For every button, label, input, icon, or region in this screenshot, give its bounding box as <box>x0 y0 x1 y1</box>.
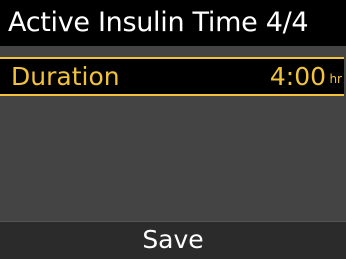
duration-value: 4:00 <box>269 62 326 91</box>
settings-panel: Duration 4:00 hr <box>0 46 346 221</box>
save-softkey-button[interactable]: Save <box>0 221 346 259</box>
save-softkey-label: Save <box>142 225 204 254</box>
device-screen: Active Insulin Time 4/4 Duration 4:00 hr… <box>0 0 346 259</box>
title-bar: Active Insulin Time 4/4 <box>0 0 346 46</box>
screen-title: Active Insulin Time 4/4 <box>8 7 309 38</box>
duration-label: Duration <box>11 62 120 91</box>
duration-unit: hr <box>329 72 342 86</box>
duration-setting-row[interactable]: Duration 4:00 hr <box>0 57 344 96</box>
